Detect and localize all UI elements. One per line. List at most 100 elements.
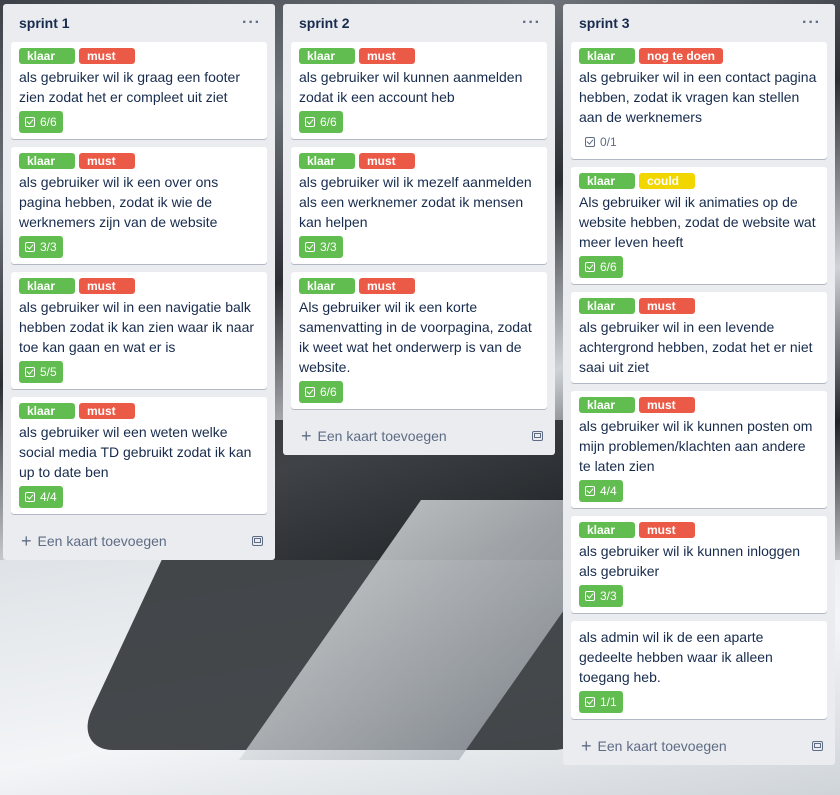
card-template-icon[interactable] (812, 741, 823, 751)
checklist-icon (305, 242, 315, 252)
label-klaar[interactable]: klaar (299, 153, 355, 169)
card[interactable]: klaar must als gebruiker wil in een naviga… (11, 272, 267, 389)
checklist-icon (585, 591, 595, 601)
checklist-badge: 6/6 (299, 111, 343, 133)
label-klaar[interactable]: klaar (579, 397, 635, 413)
checklist-badge: 3/3 (579, 585, 623, 607)
card-title: als gebruiker wil kunnen aanmelden zodat… (299, 69, 523, 105)
card-title: als gebruiker wil ik kunnen posten om mi… (579, 418, 813, 474)
card[interactable]: klaar must Als gebruiker wil ik een korte … (291, 272, 547, 409)
checklist-count: 4/4 (40, 490, 57, 504)
checklist-badge: 1/1 (579, 691, 623, 713)
list-sprint-1: sprint 1 ··· klaar must als gebruiker wil ik… (3, 4, 275, 560)
checklist-icon (25, 242, 35, 252)
card-labels: klaar nog te doen (579, 48, 819, 64)
card[interactable]: klaar could Als gebruiker wil ik animaties… (571, 167, 827, 284)
add-card-row: + Een kaart toevoegen (291, 417, 547, 455)
label-klaar[interactable]: klaar (579, 522, 635, 538)
card-labels: klaar must (579, 522, 819, 538)
checklist-icon (305, 117, 315, 127)
list-sprint-3: sprint 3 ··· klaar nog te doen als gebruiker… (563, 4, 835, 765)
list-title[interactable]: sprint 2 (299, 15, 350, 31)
checklist-badge: 3/3 (299, 236, 343, 258)
add-card-button[interactable]: + Een kaart toevoegen (581, 736, 727, 756)
list-header: sprint 1 ··· (11, 4, 267, 42)
card[interactable]: klaar must als gebruiker wil in een levend… (571, 292, 827, 383)
checklist-icon (305, 387, 315, 397)
card[interactable]: klaar must als gebruiker wil ik kunnen pos… (571, 391, 827, 508)
add-card-button[interactable]: + Een kaart toevoegen (301, 427, 447, 445)
label-must[interactable]: must (359, 48, 415, 64)
card[interactable]: klaar must als gebruiker wil ik een over o… (11, 147, 267, 264)
label-must[interactable]: must (639, 522, 695, 538)
card-title: als gebruiker wil een weten welke social… (19, 424, 252, 480)
label-nog-te-doen[interactable]: nog te doen (639, 48, 723, 64)
checklist-count: 5/5 (40, 365, 57, 379)
add-card-label: Een kaart toevoegen (317, 428, 447, 444)
checklist-badge: 5/5 (19, 361, 63, 383)
label-must[interactable]: must (79, 403, 135, 419)
card[interactable]: klaar nog te doen als gebruiker wil in een… (571, 42, 827, 159)
add-card-label: Een kaart toevoegen (597, 738, 727, 754)
plus-icon: + (21, 531, 32, 551)
more-options-icon[interactable]: ··· (522, 14, 541, 32)
label-must[interactable]: must (79, 153, 135, 169)
checklist-badge: 0/1 (579, 131, 623, 153)
checklist-count: 3/3 (320, 240, 337, 254)
checklist-count: 6/6 (600, 260, 617, 274)
label-must[interactable]: must (359, 153, 415, 169)
card-title: als admin wil ik de een aparte gedeelte … (579, 629, 773, 685)
card[interactable]: klaar must als gebruiker wil kunnen aanmel… (291, 42, 547, 139)
card-labels: klaar must (579, 298, 819, 314)
label-must[interactable]: must (359, 278, 415, 294)
card-labels: klaar must (299, 153, 539, 169)
label-klaar[interactable]: klaar (579, 48, 635, 64)
label-must[interactable]: must (639, 397, 695, 413)
list-title[interactable]: sprint 1 (19, 15, 70, 31)
card[interactable]: klaar must als gebruiker wil ik mezelf aan… (291, 147, 547, 264)
add-card-button[interactable]: + Een kaart toevoegen (21, 531, 167, 551)
label-klaar[interactable]: klaar (19, 153, 75, 169)
card-labels: klaar must (579, 397, 819, 413)
checklist-icon (585, 137, 595, 147)
card-labels: klaar must (19, 403, 259, 419)
card-title: als gebruiker wil ik mezelf aanmelden al… (299, 174, 532, 230)
card-title: als gebruiker wil ik kunnen inloggen als… (579, 543, 801, 579)
card-title: als gebruiker wil in een contact pagina … (579, 69, 817, 125)
checklist-badge: 6/6 (579, 256, 623, 278)
label-must[interactable]: must (79, 48, 135, 64)
checklist-icon (25, 117, 35, 127)
card-labels: klaar could (579, 173, 819, 189)
card-title: als gebruiker wil ik een over ons pagina… (19, 174, 219, 230)
label-klaar[interactable]: klaar (579, 298, 635, 314)
label-klaar[interactable]: klaar (19, 278, 75, 294)
label-must[interactable]: must (79, 278, 135, 294)
checklist-icon (585, 486, 595, 496)
label-klaar[interactable]: klaar (19, 403, 75, 419)
more-options-icon[interactable]: ··· (802, 14, 821, 32)
add-card-row: + Een kaart toevoegen (571, 727, 827, 765)
card[interactable]: klaar must als gebruiker wil ik graag een … (11, 42, 267, 139)
card[interactable]: klaar must als gebruiker wil een weten wel… (11, 397, 267, 514)
label-must[interactable]: must (639, 298, 695, 314)
card-title: Als gebruiker wil ik animaties op de web… (579, 194, 816, 250)
label-could[interactable]: could (639, 173, 695, 189)
card-title: Als gebruiker wil ik een korte samenvatt… (299, 299, 532, 375)
list-header: sprint 3 ··· (571, 4, 827, 42)
card[interactable]: klaar must als gebruiker wil ik kunnen inl… (571, 516, 827, 613)
more-options-icon[interactable]: ··· (242, 14, 261, 32)
label-klaar[interactable]: klaar (299, 48, 355, 64)
label-klaar[interactable]: klaar (579, 173, 635, 189)
plus-icon: + (581, 736, 592, 756)
list-title[interactable]: sprint 3 (579, 15, 630, 31)
card-labels: klaar must (19, 153, 259, 169)
label-klaar[interactable]: klaar (299, 278, 355, 294)
card-template-icon[interactable] (532, 431, 543, 441)
checklist-count: 3/3 (600, 589, 617, 603)
checklist-icon (585, 697, 595, 707)
checklist-count: 6/6 (320, 115, 337, 129)
card-template-icon[interactable] (252, 536, 263, 546)
card[interactable]: als admin wil ik de een aparte gedeelte … (571, 621, 827, 719)
card-labels: klaar must (299, 278, 539, 294)
label-klaar[interactable]: klaar (19, 48, 75, 64)
